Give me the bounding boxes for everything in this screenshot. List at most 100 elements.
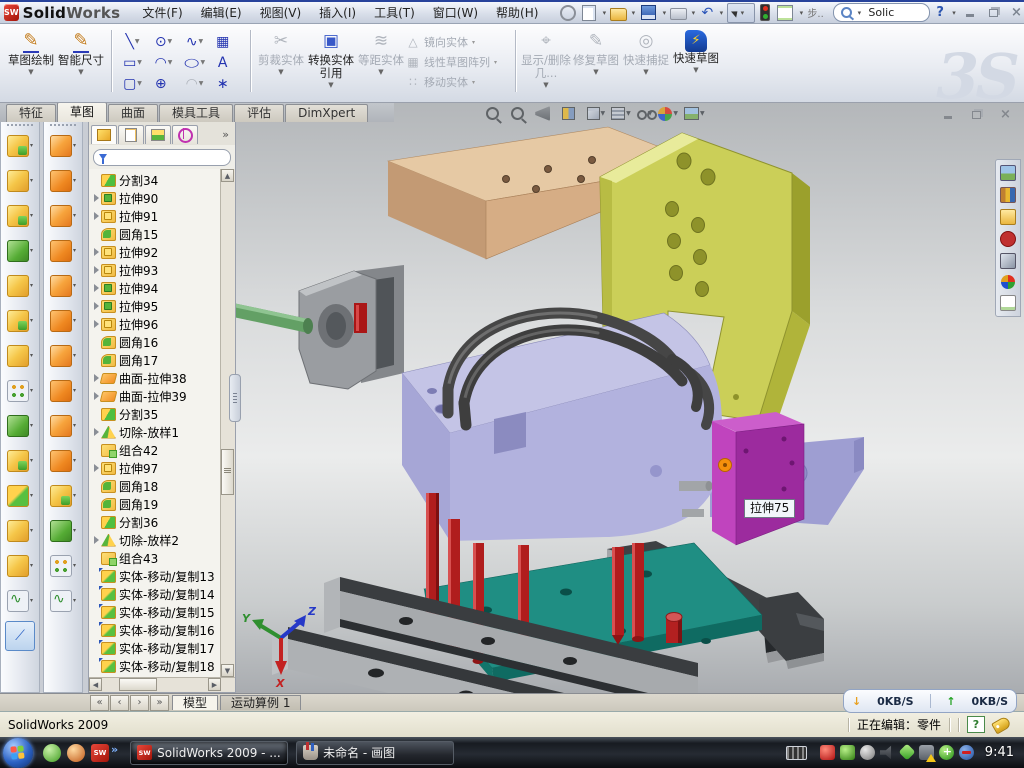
menu-item[interactable]: 窗口(W) (425, 2, 486, 23)
reference-plane[interactable] (7, 555, 29, 577)
smart-dimension-button[interactable]: ✎ 智能尺寸 ▼ (56, 28, 106, 76)
tree-item[interactable]: 圆角19 (91, 495, 220, 513)
tab-nav-button[interactable]: « (90, 695, 109, 711)
tray-volume-icon[interactable] (880, 745, 895, 760)
expand-arrow-icon[interactable] (91, 212, 101, 220)
guide-pin[interactable] (679, 481, 709, 491)
search-input[interactable] (866, 5, 922, 20)
instant3d-pressed-button[interactable]: ⟋ (5, 621, 35, 651)
scroll-right-button[interactable]: ▶ (208, 678, 221, 691)
taskpane-resources-icon[interactable] (1000, 165, 1016, 181)
tree-vertical-scrollbar[interactable]: ▲ ▼ (220, 169, 235, 677)
dropdown-arrow-icon[interactable]: ▼ (137, 59, 142, 66)
display-style-icon[interactable]: ▼ (611, 107, 631, 120)
line-tool[interactable]: ╲▼ (117, 31, 148, 52)
taskpane-design-library-icon[interactable] (1000, 187, 1016, 203)
tab-features[interactable]: 特征 (6, 104, 56, 122)
tray-network-warning-icon[interactable] (919, 745, 934, 760)
dropdown-arrow-icon[interactable]: ▾ (30, 282, 33, 289)
tree-horizontal-scrollbar[interactable]: ◀ ▶ (89, 677, 235, 692)
trim-surface[interactable] (50, 520, 72, 542)
extruded-surface[interactable] (50, 205, 72, 227)
app-restore-button[interactable] (983, 5, 1004, 20)
dropdown-arrow-icon[interactable]: ▼ (168, 38, 173, 45)
expand-arrow-icon[interactable] (91, 428, 101, 436)
dropdown-arrow-icon[interactable]: ▾ (30, 387, 33, 394)
clamp-body[interactable] (299, 265, 404, 389)
dropdown-arrow-icon[interactable]: ▾ (30, 527, 33, 534)
tree-item[interactable]: 拉伸97 (91, 459, 220, 477)
tab-dimxpert[interactable]: DimXpert (285, 104, 368, 122)
taskpane-search-icon[interactable] (1000, 231, 1016, 247)
quicklaunch-app-icon[interactable] (67, 744, 85, 762)
search-dropdown[interactable]: ▾ (855, 9, 863, 17)
dropdown-arrow-icon[interactable]: ▾ (30, 142, 33, 149)
taskpane-appearances-icon[interactable] (1001, 275, 1015, 289)
dropdown-arrow-icon[interactable]: ▼ (78, 68, 83, 76)
quicklaunch-messenger-icon[interactable] (43, 744, 61, 762)
move-entities-button[interactable]: ∷ 移动实体 ▾ (406, 74, 510, 90)
motion-study-tab[interactable]: 运动算例 1 (220, 695, 301, 710)
options-dropdown[interactable]: ▾ (797, 9, 805, 17)
offset-surface[interactable] (50, 345, 72, 367)
dropdown-arrow-icon[interactable]: ▾ (30, 597, 33, 604)
tree-item[interactable]: 组合43 (91, 549, 220, 567)
extend-surface[interactable] (50, 485, 72, 507)
tree-item[interactable]: 实体-移动/复制17 (91, 639, 220, 657)
tab-nav-button[interactable]: » (150, 695, 169, 711)
panel-splitter-handle[interactable] (229, 374, 241, 422)
open-file-icon[interactable] (610, 8, 627, 21)
tab-evaluate[interactable]: 评估 (234, 104, 284, 122)
dropdown-arrow-icon[interactable]: ▾ (73, 177, 76, 184)
tree-item[interactable]: 圆角16 (91, 333, 220, 351)
dropdown-arrow-icon[interactable]: ▾ (30, 492, 33, 499)
spline-tool[interactable]: ∿▼ (179, 31, 210, 52)
menu-item[interactable]: 文件(F) (134, 2, 190, 23)
dropdown-arrow-icon[interactable]: ▼ (593, 68, 598, 76)
model-tab[interactable]: 模型 (172, 695, 218, 710)
dropdown-arrow-icon[interactable]: ▾ (73, 317, 76, 324)
boundary-surface[interactable] (50, 240, 72, 262)
red-insert[interactable] (354, 303, 367, 333)
lofted-boss[interactable] (7, 275, 29, 297)
knit-surface[interactable] (50, 380, 72, 402)
menu-item[interactable]: 插入(I) (311, 2, 364, 23)
tray-antivirus-icon[interactable] (820, 745, 835, 760)
open-file-dropdown[interactable]: ▾ (629, 9, 637, 17)
dropdown-arrow-icon[interactable]: ▾ (73, 527, 76, 534)
quick-launch-chevron[interactable]: » (111, 743, 118, 756)
edit-appearance-icon[interactable]: ▼ (658, 107, 678, 121)
tree-item[interactable]: 实体-移动/复制13 (91, 567, 220, 585)
apply-scene-icon[interactable]: ▼ (684, 107, 705, 120)
fillet[interactable] (7, 205, 29, 227)
menu-item[interactable]: 工具(T) (366, 2, 423, 23)
scroll-down-button[interactable]: ▼ (221, 664, 234, 677)
dropdown-arrow-icon[interactable]: ▾ (73, 212, 76, 219)
curve-spline[interactable] (7, 590, 29, 612)
planar-surface[interactable] (50, 310, 72, 332)
dropdown-arrow-icon[interactable]: ▼ (328, 81, 333, 89)
offset-entities-button[interactable]: ≋ 等距实体 ▼ (356, 28, 406, 89)
red-stop-pin[interactable] (666, 613, 682, 644)
tree-item[interactable]: 拉伸91 (91, 207, 220, 225)
task-paint[interactable]: 未命名 - 画图 (296, 741, 454, 765)
print-dropdown[interactable]: ▾ (689, 9, 697, 17)
dropdown-arrow-icon[interactable]: ▾ (30, 352, 33, 359)
text-tool[interactable]: A▼ (210, 52, 241, 73)
dropdown-arrow-icon[interactable]: ▾ (73, 492, 76, 499)
tab-sketch[interactable]: 草图 (57, 102, 107, 122)
linear-sketch-pattern-button[interactable]: ▦ 线性草图阵列 ▾ (406, 54, 510, 70)
tree-item[interactable]: 曲面-拉伸38 (91, 369, 220, 387)
tree-item[interactable]: 实体-移动/复制14 (91, 585, 220, 603)
tree-item[interactable]: 曲面-拉伸39 (91, 387, 220, 405)
tray-messenger-icon[interactable] (959, 745, 974, 760)
view-orientation-icon[interactable]: ▼ (587, 107, 606, 120)
tree-item[interactable]: 拉伸92 (91, 243, 220, 261)
filled-surface[interactable] (50, 275, 72, 297)
help-button[interactable]: ? (932, 5, 948, 20)
print-icon[interactable] (670, 8, 687, 20)
expand-arrow-icon[interactable] (91, 266, 101, 274)
expand-arrow-icon[interactable] (91, 248, 101, 256)
dropdown-arrow-icon[interactable]: ▾ (30, 317, 33, 324)
dropdown-arrow-icon[interactable]: ▾ (73, 352, 76, 359)
